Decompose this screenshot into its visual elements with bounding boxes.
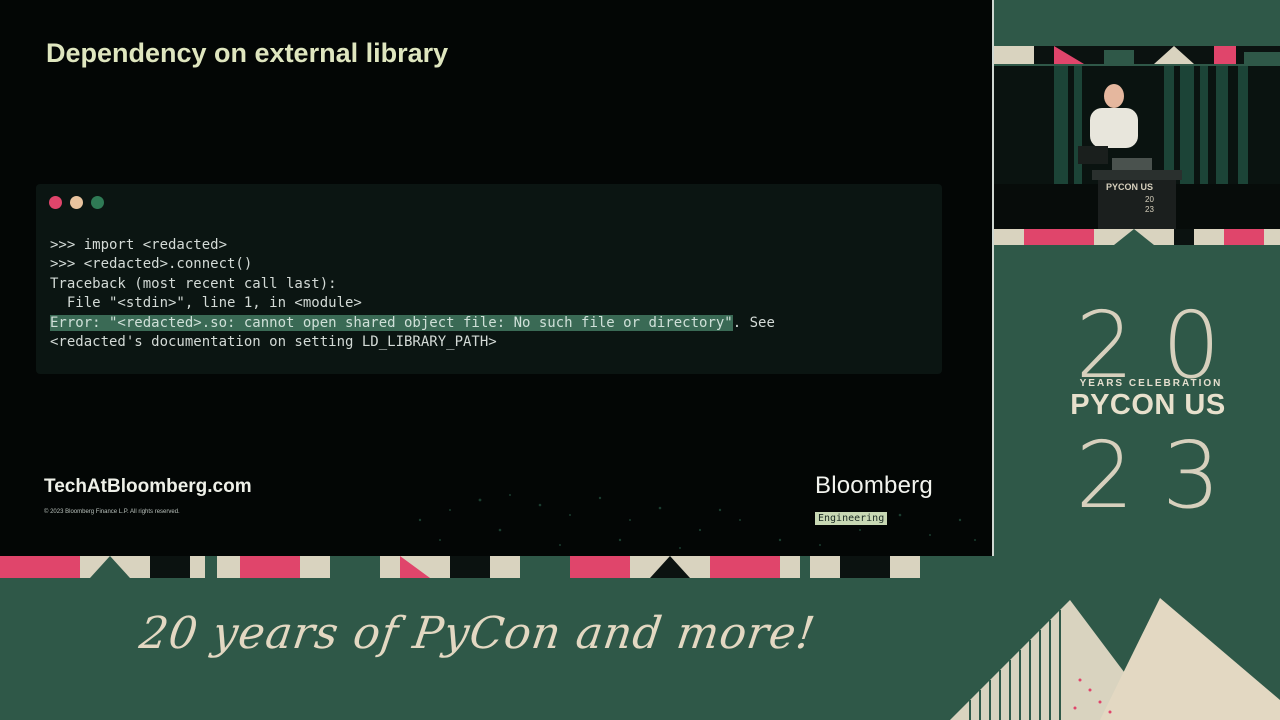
pattern-strip-mid (994, 229, 1280, 245)
logo-event-name: PYCON US (1070, 389, 1226, 421)
terminal-output: >>> import <redacted> >>> <redacted>.con… (50, 236, 775, 352)
slide-title: Dependency on external library (46, 38, 449, 68)
terminal-line: >>> import <redacted> (50, 237, 228, 253)
close-dot-icon (49, 196, 62, 209)
error-tail: . See (732, 314, 775, 331)
footer-url: TechAtBloomberg.com (44, 476, 252, 497)
podium-label: PYCON US (1106, 182, 1153, 192)
copyright-text: © 2023 Bloomberg Finance L.P. All rights… (44, 509, 180, 515)
maximize-dot-icon (91, 196, 104, 209)
engineering-badge: Engineering (815, 512, 888, 525)
pattern-strip-bottom (0, 556, 1010, 578)
minimize-dot-icon (70, 196, 83, 209)
error-highlight: Error: "<redacted>.so: cannot open share… (50, 314, 733, 331)
pattern-strip-top (994, 46, 1280, 64)
mountain-decoration (950, 598, 1280, 720)
speaker-camera-feed: PYCON US 20 23 (994, 66, 1280, 230)
terminal-line: File "<stdin>", line 1, in <module> (50, 295, 362, 312)
logo-year-bottom: 23 (1075, 422, 1249, 529)
window-controls (49, 196, 104, 209)
top-strip (994, 0, 1280, 46)
terminal-window: >>> import <redacted> >>> <redacted>.con… (36, 184, 942, 374)
podium-year-bottom: 23 (1145, 205, 1154, 214)
podium-year-top: 20 (1145, 195, 1154, 204)
banner-tagline: 20 years of PyCon and more! (136, 608, 819, 659)
terminal-error-line: Error: "<redacted>.so: cannot open share… (50, 314, 775, 333)
logo-tagline: YEARS CELEBRATION (1079, 378, 1223, 389)
speaker-scene-image: PYCON US 20 23 (994, 66, 1280, 230)
terminal-line: <redacted's documentation on setting LD_… (50, 334, 497, 351)
presentation-slide: Dependency on external library >>> impor… (0, 0, 994, 558)
bloomberg-logo: Bloomberg (815, 472, 933, 499)
terminal-line: Traceback (most recent call last): (50, 275, 337, 292)
terminal-line: >>> <redacted>.connect() (50, 256, 253, 273)
